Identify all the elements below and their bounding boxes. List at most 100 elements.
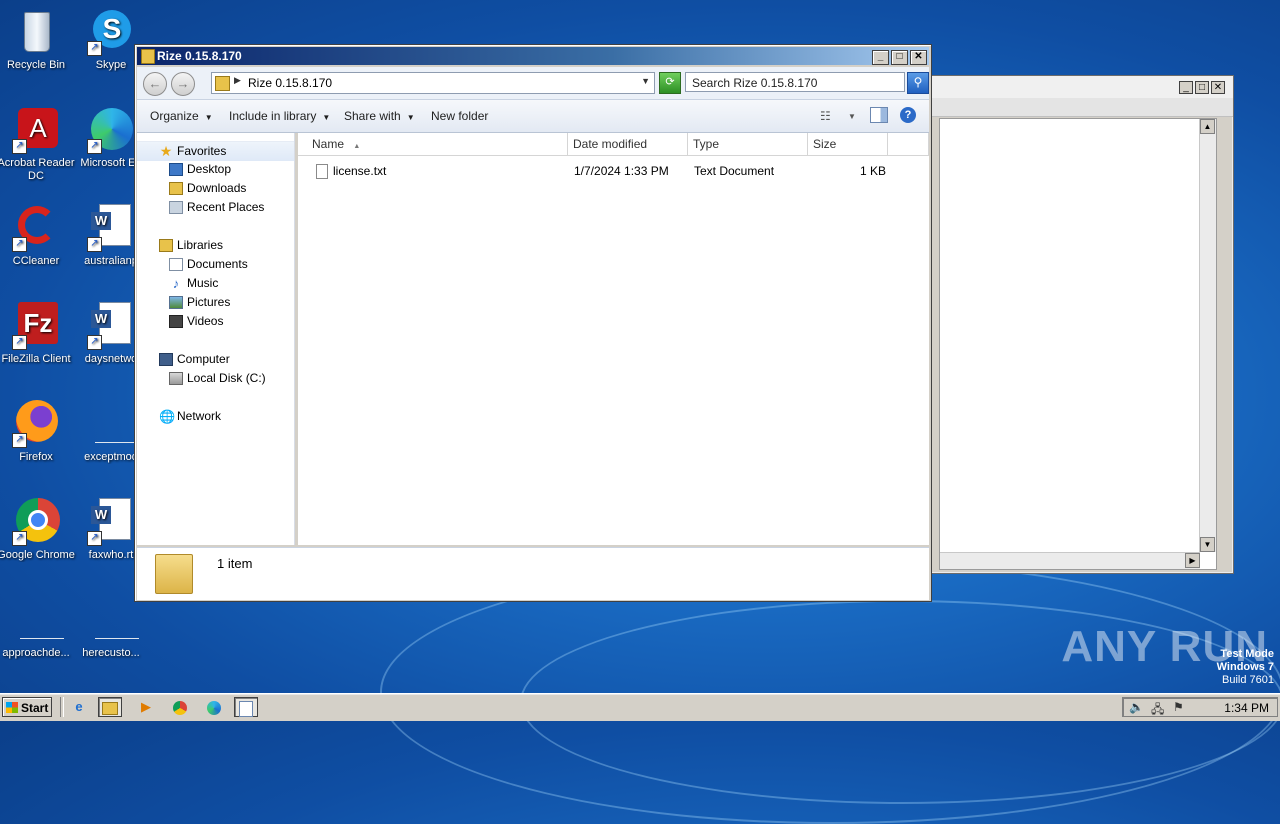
organize-label: Organize	[150, 109, 199, 123]
navigation-pane: ★ Favorites Desktop Downloads Recent Pla…	[137, 133, 295, 545]
column-header-date-modified[interactable]: Date modified	[568, 133, 688, 156]
search-icon[interactable]: ⚲	[907, 72, 929, 94]
column-header-size[interactable]: Size	[808, 133, 888, 156]
explorer-window[interactable]: Rize 0.15.8.170 _ □ ✕ ← → ▶ Rize 0.15.8.…	[134, 44, 932, 602]
explorer-titlebar[interactable]: Rize 0.15.8.170 _ □ ✕	[137, 47, 929, 65]
shortcut-arrow-icon: ↗	[87, 41, 102, 56]
nav-music[interactable]: ♪ Music	[137, 274, 294, 293]
desktop-icon-label: Google Chrome	[0, 549, 75, 561]
help-icon[interactable]: ?	[900, 107, 916, 123]
background-window[interactable]: _ □ ✕ ▲ ▼ ▶	[930, 75, 1234, 574]
taskbar-clock[interactable]: 1:34 PM	[1224, 701, 1269, 715]
share-with-button[interactable]: Share with ▼	[344, 109, 415, 123]
computer-icon	[159, 353, 173, 366]
folder-icon	[102, 702, 118, 716]
file-date-modified: 1/7/2024 1:33 PM	[574, 164, 669, 178]
nav-network[interactable]: 🌐 Network	[137, 407, 294, 426]
nav-recent-places[interactable]: Recent Places	[137, 198, 294, 217]
pictures-icon	[169, 296, 183, 309]
action-center-flag-icon[interactable]: ⚑	[1173, 700, 1184, 714]
chrome-icon[interactable]	[168, 697, 192, 717]
file-name: license.txt	[333, 164, 387, 178]
ccleaner-icon: ↗	[12, 204, 60, 252]
background-window-content[interactable]: ▲ ▼ ▶	[939, 118, 1217, 570]
include-in-library-button[interactable]: Include in library ▼	[229, 109, 330, 123]
desktop-icon-filezilla[interactable]: Fz ↗ FileZilla Client	[0, 302, 78, 366]
chevron-down-icon[interactable]: ▼	[641, 76, 650, 86]
nav-videos[interactable]: Videos	[137, 312, 294, 331]
network-tray-icon[interactable]: 🖧	[1151, 700, 1164, 721]
chevron-down-icon: ▼	[322, 113, 331, 122]
word-document-icon: W ↗	[87, 302, 135, 350]
refresh-button[interactable]: ⟳	[659, 72, 681, 94]
file-list-pane[interactable]: Name ▲ Date modified Type Size license.t…	[298, 133, 929, 545]
nav-documents[interactable]: Documents	[137, 255, 294, 274]
minimize-button[interactable]: _	[1179, 81, 1193, 94]
system-tray: 🔈 🖧 ⚑ 1:34 PM	[1122, 697, 1278, 717]
nav-libraries[interactable]: Libraries	[137, 236, 294, 255]
horizontal-scrollbar[interactable]: ▶	[940, 552, 1200, 569]
desktop-icon-approachde[interactable]: approachde...	[0, 596, 78, 660]
nav-label: Music	[187, 276, 219, 290]
desktop-icon-recycle-bin[interactable]: Recycle Bin	[0, 8, 78, 72]
windows-explorer-taskbar-button[interactable]	[98, 697, 122, 717]
nav-downloads[interactable]: Downloads	[137, 179, 294, 198]
address-bar[interactable]: ▶ Rize 0.15.8.170 ▼	[211, 72, 655, 94]
nav-local-disk[interactable]: Local Disk (C:)	[137, 369, 294, 388]
shortcut-arrow-icon: ↗	[87, 531, 102, 546]
nav-desktop[interactable]: Desktop	[137, 160, 294, 179]
desktop-icon-ccleaner[interactable]: ↗ CCleaner	[0, 204, 78, 268]
maximize-button[interactable]: □	[891, 50, 908, 65]
close-button[interactable]: ✕	[1211, 81, 1225, 94]
skype-icon: S ↗	[87, 8, 135, 56]
nav-favorites[interactable]: ★ Favorites	[137, 141, 294, 161]
internet-explorer-icon[interactable]: e	[67, 697, 91, 717]
nav-label: Pictures	[187, 295, 231, 309]
notepad-taskbar-button[interactable]	[234, 697, 258, 717]
view-options-icon[interactable]: ☷	[820, 109, 831, 123]
shortcut-arrow-icon: ↗	[12, 335, 27, 350]
test-mode-line3: Build 7601	[1222, 674, 1274, 686]
maximize-button[interactable]: □	[1195, 81, 1209, 94]
preview-pane-icon[interactable]	[870, 107, 888, 123]
shortcut-arrow-icon: ↗	[87, 139, 102, 154]
organize-button[interactable]: Organize ▼	[150, 109, 213, 123]
scroll-up-icon[interactable]: ▲	[1200, 119, 1215, 134]
column-header-type[interactable]: Type	[688, 133, 808, 156]
forward-button[interactable]: →	[171, 72, 195, 96]
scroll-down-icon[interactable]: ▼	[1200, 537, 1215, 552]
network-icon: 🌐	[159, 409, 176, 424]
test-mode-notice: Test Mode Windows 7 Build 7601	[1217, 648, 1274, 687]
volume-icon[interactable]: 🔈	[1129, 700, 1144, 714]
folder-icon	[215, 76, 230, 91]
close-button[interactable]: ✕	[910, 50, 927, 65]
shortcut-arrow-icon: ↗	[87, 335, 102, 350]
edge-icon[interactable]	[202, 697, 226, 717]
chrome-logo	[173, 700, 187, 715]
nav-pictures[interactable]: Pictures	[137, 293, 294, 312]
media-player-icon[interactable]: ▶	[134, 697, 158, 717]
address-row: ← → ▶ Rize 0.15.8.170 ▼ ⟳ Search Rize 0.…	[137, 67, 929, 100]
nav-computer[interactable]: Computer	[137, 350, 294, 369]
breadcrumb-arrow-icon[interactable]: ▶	[234, 75, 241, 86]
address-path[interactable]: Rize 0.15.8.170	[248, 76, 332, 90]
details-pane: 1 item	[137, 547, 929, 600]
folder-icon	[155, 554, 193, 594]
back-button[interactable]: ←	[143, 72, 167, 96]
column-header-name[interactable]: Name ▲	[298, 133, 568, 156]
new-folder-button[interactable]: New folder	[431, 109, 488, 123]
desktop-icon-acrobat[interactable]: A ↗ Acrobat Reader DC	[0, 106, 78, 183]
music-icon: ♪	[172, 276, 180, 291]
scroll-right-icon[interactable]: ▶	[1185, 553, 1200, 568]
minimize-button[interactable]: _	[872, 50, 889, 65]
chevron-down-icon: ▼	[406, 113, 415, 122]
desktop-icon-firefox[interactable]: ↗ Firefox	[0, 400, 78, 464]
desktop-icon-herecusto[interactable]: herecusto...	[69, 596, 153, 660]
start-button[interactable]: Start	[2, 697, 52, 717]
nav-label: Desktop	[187, 162, 232, 176]
desktop-icon-chrome[interactable]: ↗ Google Chrome	[0, 498, 78, 562]
search-input[interactable]: Search Rize 0.15.8.170	[685, 72, 905, 92]
vertical-scrollbar[interactable]: ▲ ▼	[1199, 119, 1216, 552]
chevron-down-icon[interactable]: ▼	[848, 112, 856, 121]
file-row[interactable]: license.txt 1/7/2024 1:33 PM Text Docume…	[298, 161, 929, 181]
